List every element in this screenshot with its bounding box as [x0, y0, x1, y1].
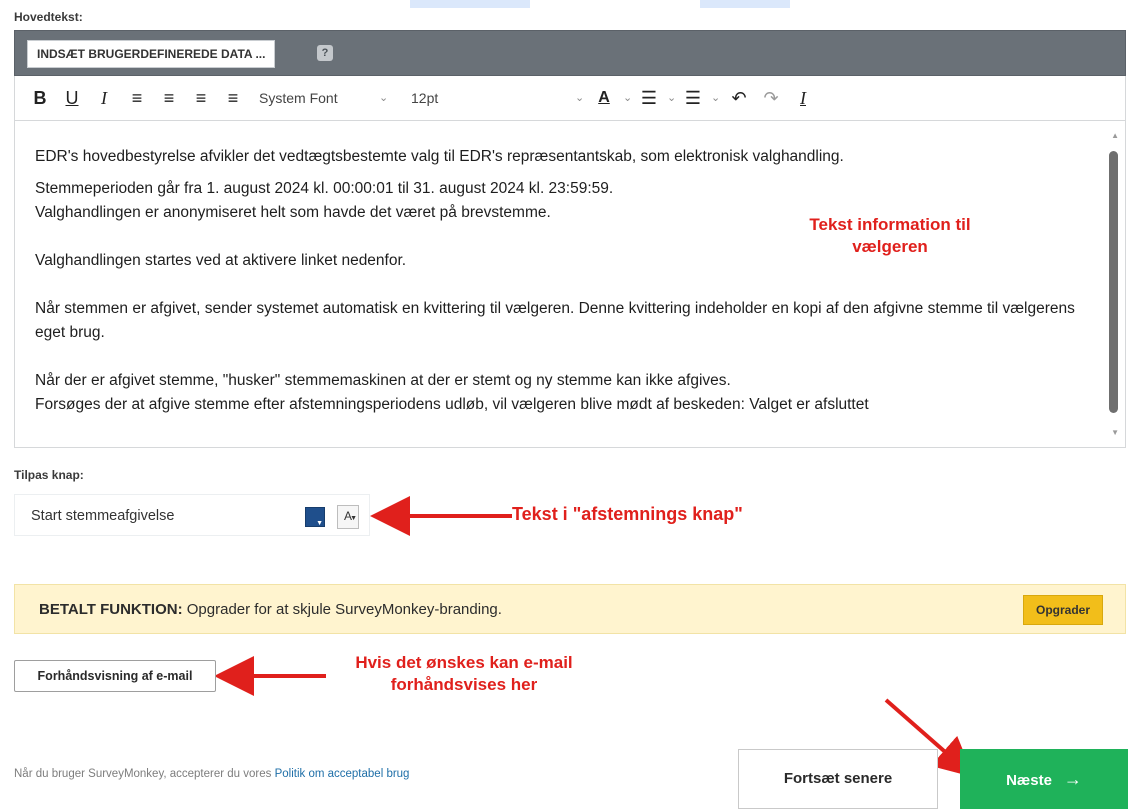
next-button[interactable]: Næste →: [960, 749, 1128, 809]
preview-email-button[interactable]: Forhåndsvisning af e-mail: [14, 660, 216, 692]
chevron-down-icon[interactable]: ⌄: [711, 76, 720, 120]
paid-feature-banner: BETALT FUNKTION: Opgrader for at skjule …: [14, 584, 1126, 634]
chevron-down-icon[interactable]: ⌄: [575, 76, 584, 120]
clear-format-icon[interactable]: I: [791, 76, 815, 120]
font-family-select[interactable]: System Font: [259, 76, 369, 120]
insert-data-bar: INDSÆT BRUGERDEFINEREDE DATA ... ?: [14, 30, 1126, 76]
rich-text-editor[interactable]: EDR's hovedbestyrelse afvikler det vedtæ…: [14, 120, 1126, 448]
insert-custom-data-button[interactable]: INDSÆT BRUGERDEFINEREDE DATA ...: [27, 40, 276, 68]
annotation-line: forhåndsvises her: [390, 675, 538, 694]
scroll-down-icon[interactable]: ▼: [1111, 428, 1119, 437]
align-left-icon[interactable]: ≡: [125, 76, 149, 120]
bullet-list-icon[interactable]: ☰: [637, 76, 661, 120]
paid-feature-message: Opgrader for at skjule SurveyMonkey-bran…: [182, 601, 502, 618]
custom-button-label: Tilpas knap:: [14, 468, 84, 482]
arrow-right-icon: →: [1063, 769, 1082, 789]
help-icon[interactable]: ?: [317, 45, 333, 61]
footer-note: Når du bruger SurveyMonkey, accepterer d…: [14, 768, 409, 780]
caret-down-icon: ▼: [316, 520, 323, 527]
top-banner-fragment: [0, 0, 1140, 8]
underline-button[interactable]: U: [61, 76, 83, 120]
align-right-icon[interactable]: ≡: [189, 76, 213, 120]
editor-paragraph: Stemmeperioden går fra 1. august 2024 kl…: [35, 180, 614, 197]
annotation-button-text: Tekst i "afstemnings knap": [512, 504, 743, 524]
main-text-label: Hovedtekst:: [14, 10, 83, 24]
editor-paragraph: Når der er afgivet stemme, "husker" stem…: [35, 372, 731, 389]
undo-icon[interactable]: ↶: [727, 76, 751, 120]
formatting-toolbar: B U I ≡ ≡ ≡ ≡ System Font ⌄ 12pt ⌄ A ⌄ ☰…: [14, 76, 1126, 120]
footer-note-text: Når du bruger SurveyMonkey, accepterer d…: [14, 768, 275, 780]
button-font-color-picker[interactable]: A ▼: [337, 505, 359, 529]
bold-button[interactable]: B: [29, 76, 51, 120]
upgrade-button[interactable]: Opgrader: [1023, 595, 1103, 625]
editor-scrollbar[interactable]: ▲ ▼: [1101, 121, 1125, 447]
italic-button[interactable]: I: [93, 76, 115, 120]
editor-paragraph: Forsøges der at afgive stemme efter afst…: [35, 396, 869, 413]
paid-feature-text: BETALT FUNKTION: Opgrader for at skjule …: [39, 585, 502, 635]
text-color-icon[interactable]: A: [593, 76, 615, 120]
justify-icon[interactable]: ≡: [221, 76, 245, 120]
button-color-picker[interactable]: ▼: [305, 507, 325, 527]
annotation-line: Tekst information til: [809, 215, 971, 234]
numbered-list-icon[interactable]: ☰: [681, 76, 705, 120]
annotation-preview: Hvis det ønskes kan e-mail forhåndsvises…: [314, 652, 614, 696]
align-center-icon[interactable]: ≡: [157, 76, 181, 120]
next-button-label: Næste: [1006, 772, 1052, 789]
paid-feature-strong: BETALT FUNKTION:: [39, 601, 183, 618]
scroll-up-icon[interactable]: ▲: [1111, 131, 1119, 140]
custom-button-row: Start stemmeafgivelse ▼ A ▼: [14, 494, 370, 536]
scroll-thumb[interactable]: [1109, 151, 1118, 413]
chevron-down-icon[interactable]: ⌄: [623, 76, 632, 120]
redo-icon[interactable]: ↷: [759, 76, 783, 120]
acceptable-use-link[interactable]: Politik om acceptabel brug: [275, 768, 410, 780]
annotation-text-info: Tekst information til vælgeren: [770, 214, 1010, 258]
button-text-input[interactable]: Start stemmeafgivelse: [31, 495, 174, 537]
banner-fragment: [700, 0, 790, 8]
chevron-down-icon[interactable]: ⌄: [667, 76, 676, 120]
chevron-down-icon[interactable]: ⌄: [379, 76, 388, 120]
continue-later-button[interactable]: Fortsæt senere: [738, 749, 938, 809]
caret-down-icon: ▼: [350, 515, 357, 522]
editor-content[interactable]: EDR's hovedbestyrelse afvikler det vedtæ…: [35, 145, 1095, 417]
editor-paragraph: EDR's hovedbestyrelse afvikler det vedtæ…: [35, 148, 844, 165]
annotation-line: Hvis det ønskes kan e-mail: [355, 653, 573, 672]
banner-fragment: [410, 0, 530, 8]
annotation-line: vælgeren: [852, 237, 928, 256]
editor-paragraph: Når stemmen er afgivet, sender systemet …: [35, 300, 1075, 341]
font-size-select[interactable]: 12pt: [411, 76, 471, 120]
